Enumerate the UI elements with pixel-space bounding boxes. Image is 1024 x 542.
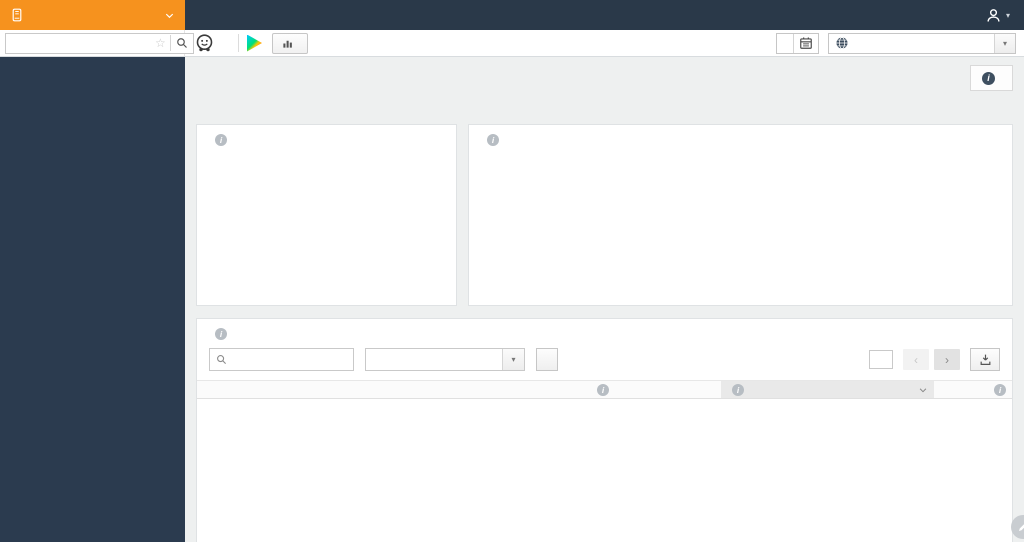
calendar-icon[interactable] [793, 33, 818, 53]
filter-by-source-select[interactable]: ▾ [365, 348, 525, 371]
sort-descending-icon [918, 385, 928, 395]
popularity-score-panel: i [196, 124, 457, 306]
date-range-picker[interactable] [776, 32, 819, 54]
table-search-box [209, 348, 354, 371]
download-icon [980, 354, 990, 365]
traffic-sources-chart-panel: i [468, 124, 1013, 306]
current-app[interactable] [185, 33, 230, 54]
app-analysis-menu[interactable] [0, 0, 185, 30]
page-title [196, 57, 1013, 74]
traffic-sources-bar-chart [481, 180, 1002, 275]
info-icon[interactable]: i [487, 134, 499, 146]
divider [238, 34, 239, 52]
chevron-down-icon [164, 10, 175, 21]
mobile-app-icon [10, 6, 24, 24]
waze-app-icon [196, 33, 213, 51]
user-icon [987, 8, 1000, 22]
traffic-source-details-panel: i ▾ ‹ › i i i [196, 318, 1013, 542]
clear-all-button[interactable] [536, 348, 558, 371]
previous-page-button[interactable]: ‹ [903, 349, 929, 370]
table-search-input[interactable] [232, 353, 347, 366]
bar-chart-icon [283, 40, 292, 48]
search-icon [217, 355, 227, 365]
toolbar: ☆ ▾ [0, 30, 1024, 57]
pencil-icon [1019, 524, 1024, 531]
traffic-details-table: i i i [197, 380, 1012, 399]
info-icon: i [982, 71, 995, 85]
next-page-button[interactable]: › [934, 349, 960, 370]
column-header-change[interactable]: i [934, 380, 1012, 399]
account-menu[interactable]: ▾ [985, 7, 1010, 24]
column-header-index [197, 380, 231, 399]
column-header-referrer[interactable] [231, 380, 586, 399]
top-bar: ▾ [0, 0, 1024, 30]
info-icon[interactable]: i [215, 134, 227, 146]
dropdown-arrow-icon: ▾ [502, 349, 524, 370]
column-header-source[interactable]: i [586, 380, 721, 399]
google-play-icon [247, 34, 262, 52]
page-number-input[interactable] [869, 350, 893, 369]
favorite-star-icon[interactable]: ☆ [151, 36, 170, 50]
globe-icon [835, 36, 849, 50]
app-search-input[interactable] [6, 37, 151, 49]
region-dropdown-icon[interactable]: ▾ [994, 33, 1015, 53]
column-header-traffic-share[interactable]: i [721, 380, 934, 399]
info-icon[interactable]: i [215, 328, 227, 340]
app-search-box: ☆ [5, 32, 194, 54]
main-content: i i i i ▾ ‹ › i i i [185, 57, 1024, 542]
info-icon: i [597, 383, 609, 396]
info-icon: i [994, 383, 1006, 396]
popularity-score-range [197, 146, 456, 148]
info-icon: i [732, 383, 744, 396]
compare-button[interactable] [272, 32, 308, 54]
caret-down-icon: ▾ [1005, 10, 1010, 20]
popularity-gauge [227, 177, 427, 279]
sidebar [0, 57, 185, 542]
need-help-button[interactable]: i [970, 65, 1013, 91]
export-button[interactable] [970, 348, 1000, 371]
region-selector[interactable]: ▾ [828, 32, 1016, 54]
